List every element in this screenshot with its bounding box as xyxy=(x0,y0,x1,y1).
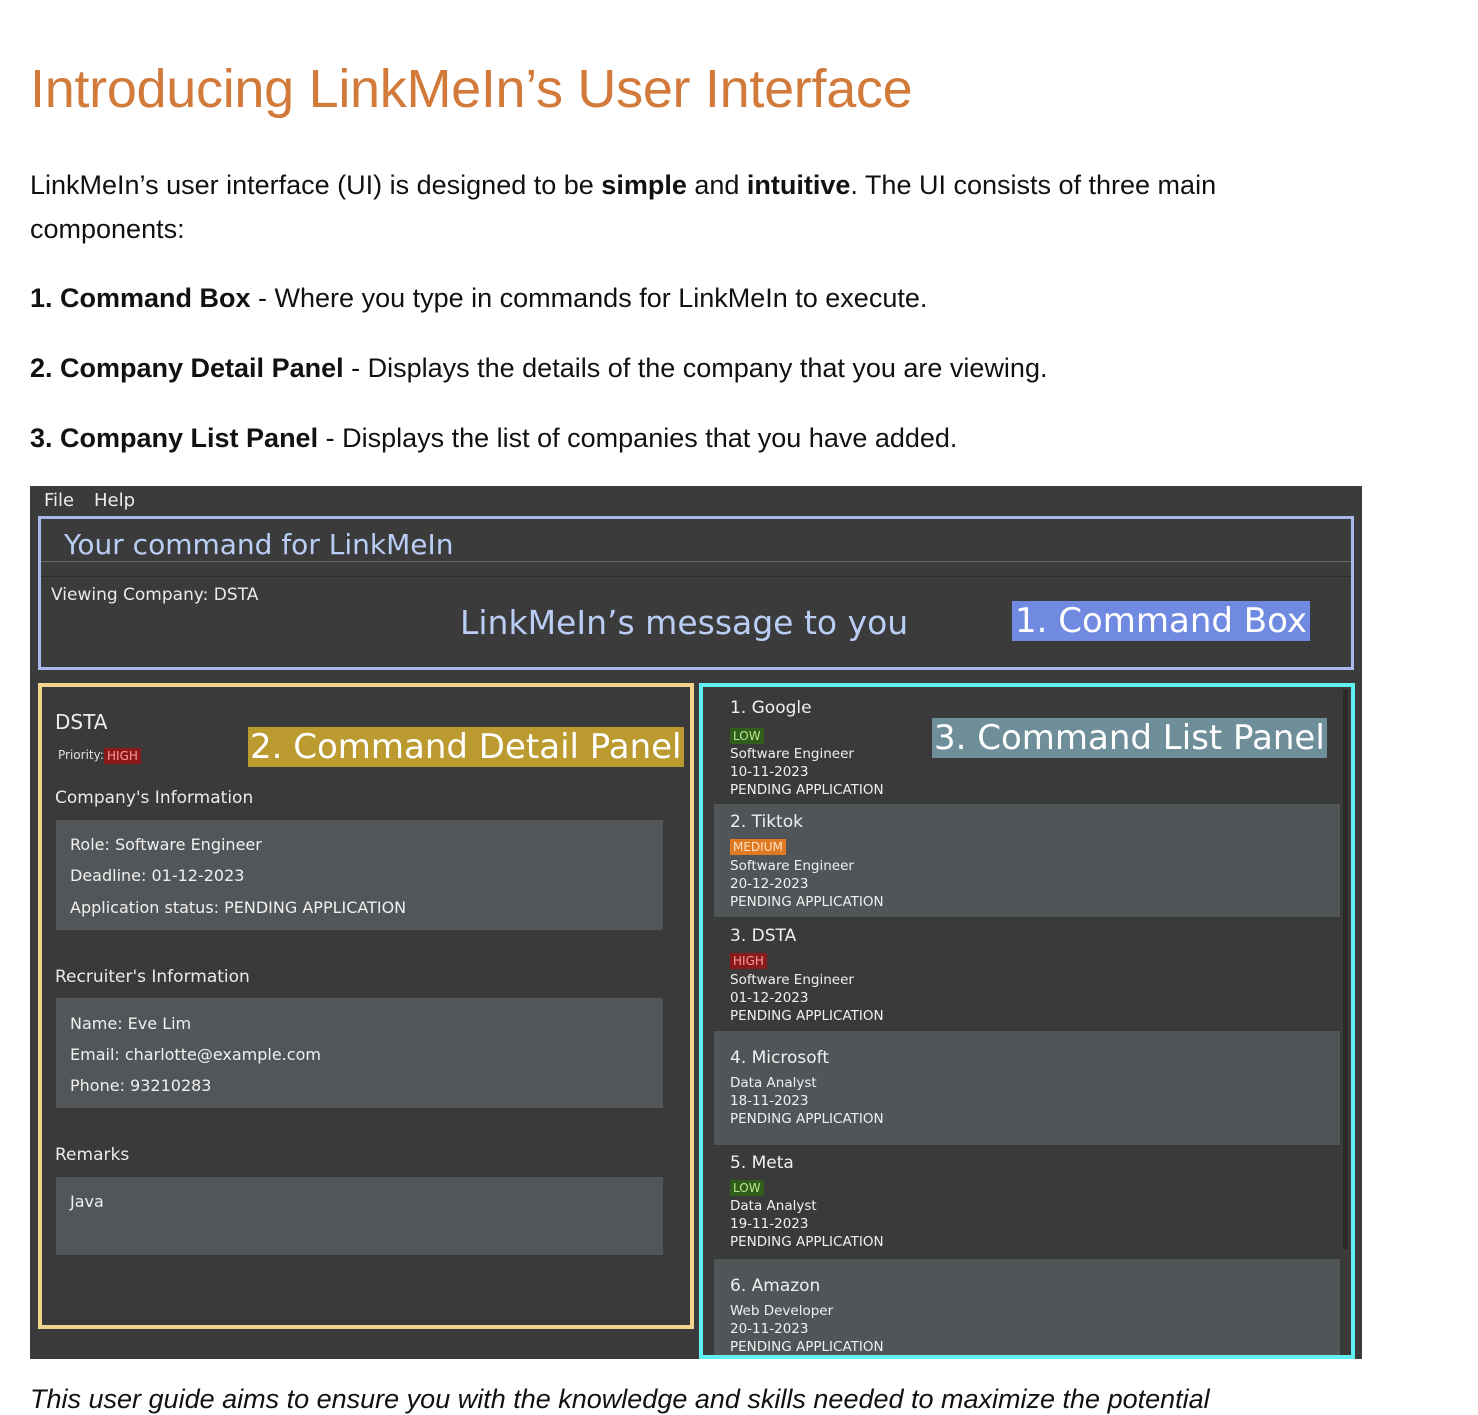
component-desc: - Displays the list of companies that yo… xyxy=(318,423,958,453)
menu-file[interactable]: File xyxy=(44,490,74,511)
component-item-detail-panel: 2. Company Detail Panel - Displays the d… xyxy=(30,351,1047,385)
command-box-tag: 1. Command Box xyxy=(1012,601,1311,641)
component-label: 1. Command Box xyxy=(30,283,251,313)
intro-text: LinkMeIn’s user interface (UI) is design… xyxy=(30,170,602,200)
list-panel-tag: 3. Command List Panel xyxy=(932,718,1327,758)
app-screenshot: File Help Your command for LinkMeIn View… xyxy=(30,486,1362,1359)
detail-panel-outline xyxy=(38,683,694,1329)
component-label: 3. Company List Panel xyxy=(30,423,319,453)
menu-bar: File Help xyxy=(30,486,1362,514)
component-desc: - Where you type in commands for LinkMeI… xyxy=(250,283,928,313)
menu-help[interactable]: Help xyxy=(94,490,135,511)
intro-bold-intuitive: intuitive xyxy=(746,170,851,200)
detail-panel-tag: 2. Command Detail Panel xyxy=(248,727,684,767)
intro-text: and xyxy=(686,170,747,200)
page-title: Introducing LinkMeIn’s User Interface xyxy=(30,59,913,119)
component-desc: - Displays the details of the company th… xyxy=(343,353,1048,383)
intro-paragraph: LinkMeIn’s user interface (UI) is design… xyxy=(30,163,1360,251)
intro-bold-simple: simple xyxy=(601,170,687,200)
component-item-command-box: 1. Command Box - Where you type in comma… xyxy=(30,281,927,315)
component-item-list-panel: 3. Company List Panel - Displays the lis… xyxy=(30,421,957,455)
component-label: 2. Company Detail Panel xyxy=(30,353,344,383)
command-box-outline xyxy=(38,516,1354,670)
list-panel-outline xyxy=(699,683,1355,1359)
